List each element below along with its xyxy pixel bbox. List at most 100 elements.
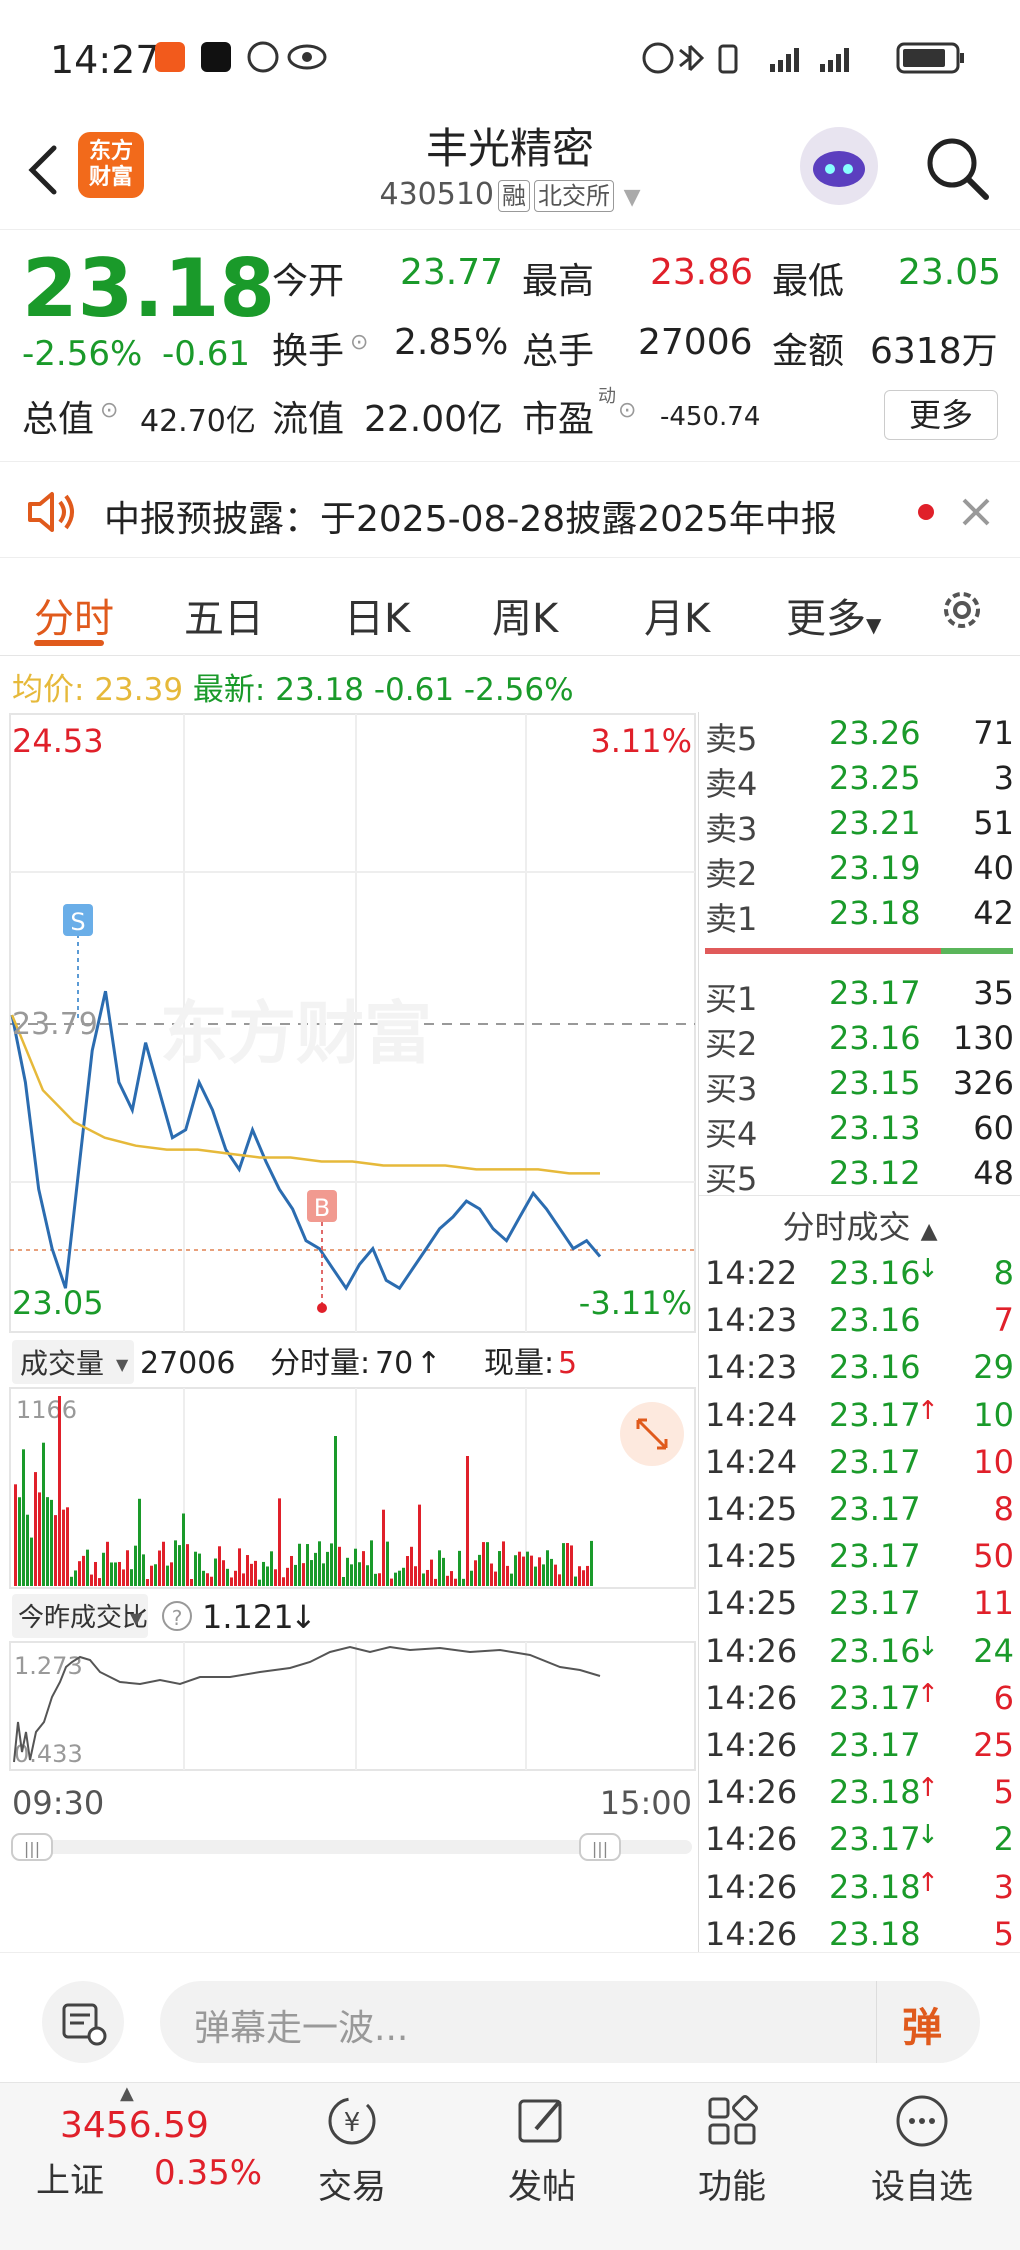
index-value[interactable]: 3456.59: [60, 2105, 209, 2146]
level-qty: 60: [973, 1109, 1014, 1147]
tab-intraday[interactable]: 分时: [34, 586, 114, 644]
caret-up-icon: ▲: [920, 1219, 938, 1244]
volume-bar: [138, 1498, 141, 1586]
volume-bar: [298, 1543, 301, 1586]
ratio-label[interactable]: 今昨成交比: [18, 1603, 148, 1633]
caret-down-icon[interactable]: ▼: [624, 185, 641, 210]
volume-bar: [194, 1551, 197, 1586]
volume-bar: [18, 1497, 21, 1586]
volume-bar: [514, 1555, 517, 1586]
volume-bar: [522, 1556, 525, 1586]
volume-bar: [86, 1549, 89, 1586]
danmaku-settings-button[interactable]: [42, 1981, 124, 2063]
index-name: 上证: [36, 2161, 104, 2201]
volume-bar: [214, 1558, 217, 1586]
y-max-label: 24.53: [12, 722, 104, 760]
volume-bar: [558, 1574, 561, 1586]
level-label: 卖2: [705, 855, 758, 893]
high-value: 23.86: [650, 252, 754, 293]
nav-post[interactable]: 发帖: [482, 2093, 602, 2208]
volume-bar: [202, 1570, 205, 1586]
notification-icons: [155, 41, 327, 73]
volume-bar: [78, 1561, 81, 1586]
volume-bar: [446, 1575, 449, 1586]
caret-down-icon: ▼: [130, 1609, 143, 1628]
level-qty: 35: [973, 974, 1014, 1012]
level-label: 买1: [705, 980, 758, 1018]
caret-down-icon: ▼: [866, 613, 882, 637]
tick-qty: 7: [993, 1301, 1014, 1340]
danmaku-send-button[interactable]: 弹: [902, 1995, 942, 2053]
volume-bar: [326, 1551, 329, 1586]
cur-volume-label: 现量:: [484, 1346, 554, 1381]
avg-value: 23.39: [94, 672, 184, 708]
volume-bar: [334, 1436, 337, 1586]
level-qty: 48: [973, 1154, 1014, 1192]
post-edit-icon: [518, 2099, 562, 2143]
level-price: 23.26: [829, 714, 921, 752]
volume-bar: [418, 1504, 421, 1586]
volume-bar: [442, 1557, 445, 1586]
caret-up-icon[interactable]: ▲: [120, 2083, 134, 2104]
volume-bar: [458, 1550, 461, 1586]
volume-bar: [66, 1507, 69, 1586]
y-min-label: 23.05: [12, 1284, 104, 1322]
tab-weekly-k[interactable]: 周K: [492, 586, 558, 644]
volume-bar: [506, 1565, 509, 1586]
volume-bar: [574, 1576, 577, 1586]
float-label: 流值: [272, 399, 345, 440]
volume-bar: [266, 1566, 269, 1586]
level-label: 买3: [705, 1070, 758, 1108]
danmaku-input[interactable]: 弹幕走一波... 弹: [160, 1981, 980, 2063]
nav-trade[interactable]: ¥ 交易: [292, 2093, 412, 2208]
volume-bar: [54, 1515, 57, 1586]
nav-functions[interactable]: 功能: [672, 2093, 792, 2208]
volume-bar: [390, 1578, 393, 1586]
volume-bar: [258, 1579, 261, 1586]
more-button[interactable]: 更多: [884, 390, 998, 440]
open-value: 23.77: [400, 252, 504, 293]
tab-monthly-k[interactable]: 月K: [644, 586, 710, 644]
volume-bar: [542, 1564, 545, 1586]
level-label: 卖5: [705, 720, 758, 758]
assistant-robot-icon[interactable]: [800, 127, 878, 205]
tick-time: 14:24: [705, 1442, 798, 1481]
volume-total: 27006: [140, 1346, 235, 1381]
volume-bar: [578, 1566, 581, 1586]
ticks-title[interactable]: 分时成交 ▲: [699, 1202, 1020, 1248]
chart-tabs: 分时 五日 日K 周K 月K 更多▼: [0, 562, 1020, 656]
close-icon[interactable]: [960, 496, 992, 528]
turnover-value: 2.85%: [394, 322, 509, 363]
tick-time: 14:26: [705, 1678, 798, 1717]
tab-more[interactable]: 更多▼: [786, 586, 881, 644]
nav-trade-label: 交易: [318, 2167, 386, 2207]
tick-price: 23.17: [829, 1442, 921, 1481]
settings-gear-icon[interactable]: [936, 584, 988, 636]
volume-label[interactable]: 成交量: [20, 1347, 104, 1380]
volume-bar: [130, 1569, 133, 1586]
tick-time: 14:25: [705, 1584, 798, 1623]
volume-bar: [170, 1562, 173, 1586]
volume-bar: [330, 1543, 333, 1586]
notice-bar[interactable]: 中报预披露：于2025-08-28披露2025年中报: [0, 466, 1020, 558]
volume-bars: [14, 1396, 593, 1586]
chart-canvas[interactable]: 东方财富 S B 24.53 3.11% 23.79 23.05 -3.11% …: [0, 712, 700, 1952]
volume-bar: [502, 1541, 505, 1586]
tab-5day[interactable]: 五日: [184, 586, 264, 644]
change-pct: -2.56%: [22, 334, 143, 374]
min-volume-value: 70: [375, 1346, 413, 1381]
nav-add-watchlist[interactable]: 设自选: [862, 2093, 982, 2208]
info-dots-icon[interactable]: ⊙: [100, 398, 118, 423]
ticks-title-text: 分时成交: [782, 1208, 911, 1246]
search-icon[interactable]: [922, 133, 992, 203]
tick-price: 23.16: [829, 1301, 921, 1340]
turnover-label: 换手: [272, 331, 345, 372]
open-label: 今开: [272, 261, 345, 302]
tick-qty: 25: [973, 1726, 1014, 1764]
info-dots-icon[interactable]: ⊙: [350, 330, 368, 355]
tab-daily-k[interactable]: 日K: [344, 586, 410, 644]
volume-bar: [238, 1548, 241, 1586]
order-book: 卖5 23.26 71 卖4 23.25 3 卖3 23.21 51 卖2 23.19 40 卖1 23.…: [698, 712, 1020, 1953]
info-dots-icon[interactable]: ⊙: [618, 398, 636, 423]
volume-bar: [14, 1484, 17, 1586]
